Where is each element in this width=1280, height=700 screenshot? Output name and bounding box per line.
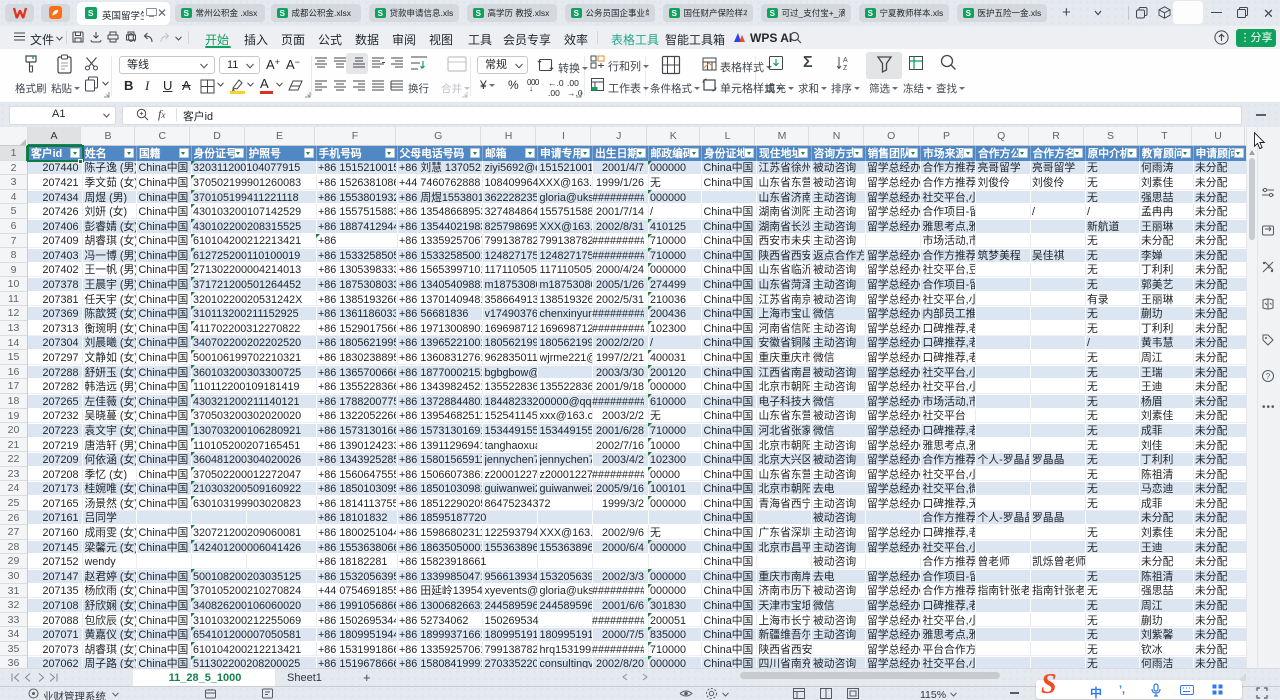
- svg-text:?: ?: [1266, 372, 1271, 381]
- svg-text:Z: Z: [843, 65, 848, 71]
- svg-text:A: A: [843, 57, 848, 64]
